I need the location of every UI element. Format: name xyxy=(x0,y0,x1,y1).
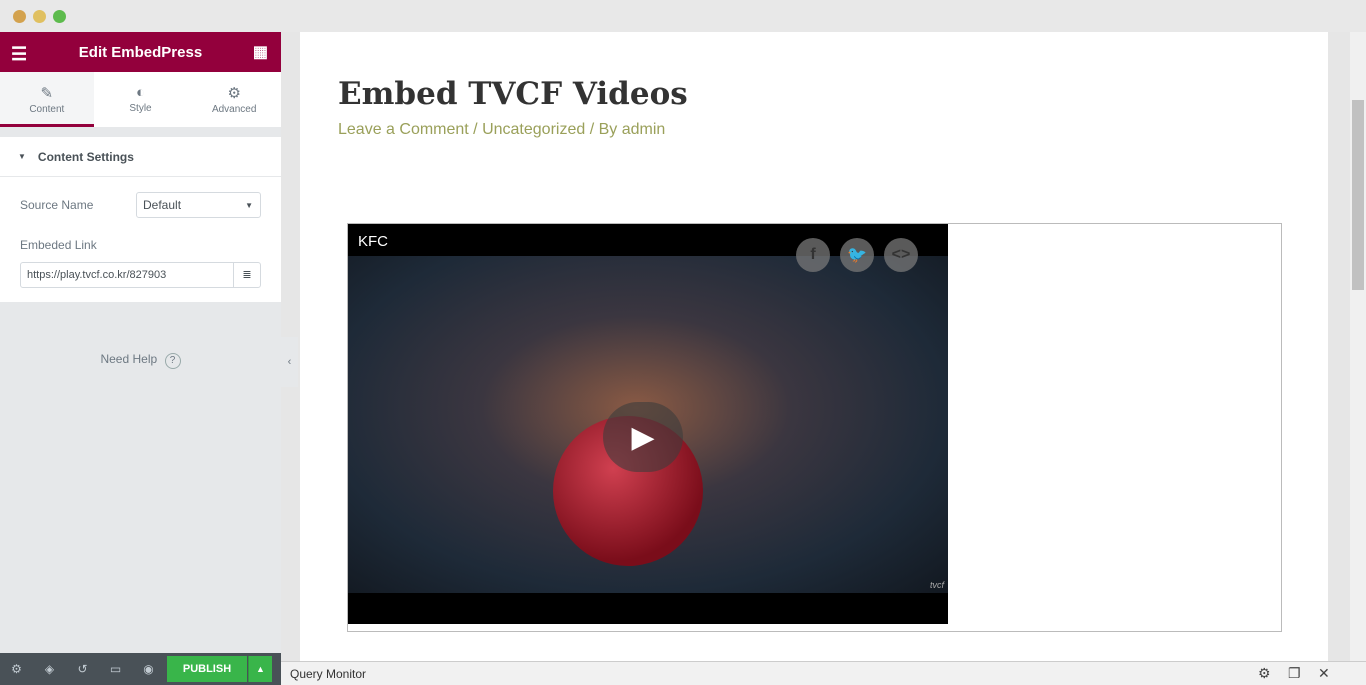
panel-header: ☰ Edit EmbedPress ▦ xyxy=(0,32,281,72)
hamburger-menu-icon[interactable]: ☰ xyxy=(11,44,27,65)
embed-code-icon[interactable]: <> xyxy=(884,238,918,272)
category-link[interactable]: Uncategorized xyxy=(482,121,585,138)
gear-icon: ⚙ xyxy=(227,85,241,102)
source-name-value: Default xyxy=(143,198,182,212)
query-monitor-label: Query Monitor xyxy=(290,666,367,681)
close-icon[interactable]: ✕ xyxy=(1318,665,1330,682)
tab-style[interactable]: ◐ Style xyxy=(94,72,188,127)
collapse-panel-button[interactable]: ‹ xyxy=(281,337,298,387)
publish-options-button[interactable]: ▲ xyxy=(248,656,272,682)
separator: / xyxy=(585,121,599,138)
panel-title: Edit EmbedPress xyxy=(78,43,203,61)
facebook-icon[interactable]: f xyxy=(796,238,830,272)
scrollbar-thumb[interactable] xyxy=(1352,100,1364,290)
window-titlebar xyxy=(0,0,1366,32)
gear-icon[interactable]: ⚙ xyxy=(1258,665,1271,682)
tab-label: Style xyxy=(129,103,152,114)
twitter-icon[interactable]: 🐦 xyxy=(840,238,874,272)
chevron-down-icon: ▼ xyxy=(245,200,253,210)
section-title: Content Settings xyxy=(37,149,134,164)
layers-icon[interactable]: ◈ xyxy=(33,662,66,676)
source-name-label: Source Name xyxy=(20,198,94,212)
settings-icon[interactable]: ⚙ xyxy=(0,662,33,676)
query-monitor-bar: Query Monitor ⚙ ❐ ✕ xyxy=(281,661,1366,685)
need-help-link[interactable]: Need Help ? xyxy=(0,352,281,369)
half-circle-icon: ◐ xyxy=(135,84,146,101)
history-icon[interactable]: ↺ xyxy=(66,662,99,676)
toggle-position-icon[interactable]: ❐ xyxy=(1288,665,1301,682)
tab-content[interactable]: ✎ Content xyxy=(0,72,94,127)
dynamic-tags-icon[interactable]: ≣ xyxy=(233,263,260,287)
widgets-grid-icon[interactable]: ▦ xyxy=(253,42,268,62)
publish-button[interactable]: PUBLISH xyxy=(167,656,247,682)
post-meta: Leave a Comment / Uncategorized / By adm… xyxy=(338,121,665,139)
maximize-window-button[interactable] xyxy=(53,10,66,23)
play-button[interactable]: ▶ xyxy=(603,402,683,472)
preview-page: Embed TVCF Videos Leave a Comment / Unca… xyxy=(300,32,1328,661)
pencil-icon: ✎ xyxy=(40,85,54,102)
video-player[interactable]: KFC f 🐦 <> ▶ tvcf xyxy=(348,224,948,624)
preview-eye-icon[interactable]: ◉ xyxy=(132,662,165,676)
separator: / xyxy=(468,121,483,138)
scrollbar[interactable] xyxy=(1350,32,1366,661)
watermark: tvcf xyxy=(929,580,944,590)
post-title: Embed TVCF Videos xyxy=(338,76,688,112)
author-link[interactable]: By admin xyxy=(599,121,666,138)
question-icon: ? xyxy=(164,353,181,369)
caret-down-icon: ▼ xyxy=(18,152,26,161)
tab-advanced[interactable]: ⚙ Advanced xyxy=(187,72,281,127)
source-name-select[interactable]: Default ▼ xyxy=(136,192,261,218)
embed-container: KFC f 🐦 <> ▶ tvcf xyxy=(347,223,1282,632)
responsive-icon[interactable]: ▭ xyxy=(99,662,132,676)
tab-label: Content xyxy=(29,104,65,115)
tab-label: Advanced xyxy=(211,104,257,115)
content-settings-toggle[interactable]: ▼ Content Settings xyxy=(0,137,281,177)
embed-link-input[interactable]: https://play.tvcf.co.kr/827903 xyxy=(21,263,233,287)
play-icon: ▶ xyxy=(631,420,655,454)
editor-panel: ☰ Edit EmbedPress ▦ ✎ Content ◐ Style ⚙ Adv… xyxy=(0,32,281,685)
minimize-window-button[interactable] xyxy=(33,10,46,23)
comment-link[interactable]: Leave a Comment xyxy=(338,121,469,138)
need-help-label: Need Help xyxy=(100,352,158,366)
video-title: KFC xyxy=(358,233,388,250)
close-window-button[interactable] xyxy=(13,10,26,23)
embed-link-label: Embeded Link xyxy=(20,238,97,252)
